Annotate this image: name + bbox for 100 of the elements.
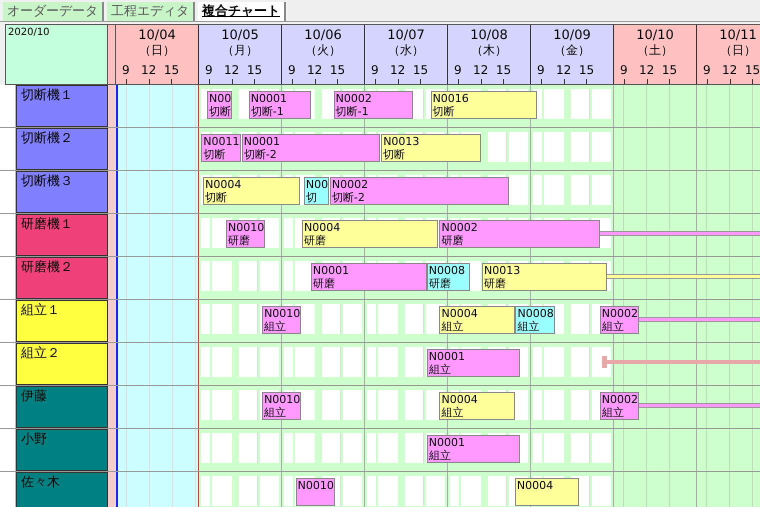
row-gutter <box>0 128 16 170</box>
task-bar[interactable]: N0001 切断-2 <box>242 134 380 162</box>
task-bar[interactable]: N0010 組立 <box>262 392 302 420</box>
hour-tick-label: 9 <box>205 63 213 77</box>
working-time-block <box>533 175 542 205</box>
day-weekday: （金） <box>554 43 590 58</box>
task-bar[interactable]: N0011 切断 <box>201 134 242 162</box>
working-time-block <box>367 476 376 506</box>
resource-label[interactable]: 組立１ <box>16 300 108 342</box>
day-weekday: （土） <box>637 43 673 58</box>
holiday-column <box>697 85 760 127</box>
working-time-block <box>533 132 542 162</box>
working-time-block <box>284 261 293 291</box>
resource-label[interactable]: 切断機１ <box>16 85 108 127</box>
resource-label[interactable]: 切断機２ <box>16 128 108 170</box>
task-bar[interactable]: N0001 組立 <box>426 349 520 377</box>
task-bar[interactable]: N0002 組立 <box>600 392 639 420</box>
working-time-block <box>212 390 232 420</box>
resource-label[interactable]: 小野 <box>16 429 108 471</box>
row-gutter <box>0 386 16 428</box>
working-time-block <box>378 476 398 506</box>
working-time-block <box>212 476 232 506</box>
task-bar[interactable]: N00 切断 <box>206 91 232 119</box>
tab[interactable]: オーダーデータ <box>3 2 104 21</box>
working-time-block <box>461 476 481 506</box>
task-bar[interactable]: N0008 研磨 <box>426 263 470 291</box>
working-time-block <box>378 304 398 334</box>
task-bar[interactable]: N0010 組立 <box>262 306 302 334</box>
working-time-block <box>284 433 293 463</box>
task-bar[interactable]: N00 切 <box>304 177 330 205</box>
day-weekday: （水） <box>388 43 424 58</box>
task-bar[interactable]: N0013 研磨 <box>482 263 607 291</box>
working-time-block <box>571 132 590 162</box>
working-time-block <box>592 132 611 162</box>
working-time-block <box>239 476 258 506</box>
working-time-block <box>571 347 590 377</box>
task-bar[interactable]: N0002 切断-2 <box>330 177 510 205</box>
task-bar[interactable]: N0002 組立 <box>600 306 639 334</box>
day-date: 10/11 <box>719 28 757 43</box>
hour-tick-label: 12 <box>141 63 156 77</box>
day-date: 10/04 <box>138 28 176 43</box>
task-bar[interactable]: N0002 研磨 <box>439 220 600 248</box>
working-time-block <box>295 347 315 377</box>
task-bar[interactable]: N0008 組立 <box>515 306 555 334</box>
task-bar[interactable]: N0004 組立 <box>439 392 515 420</box>
task-bar[interactable]: N0004 組立 <box>439 306 515 334</box>
working-time-block <box>488 476 507 506</box>
tab[interactable]: 工程エディタ <box>107 2 195 21</box>
working-time-block <box>201 476 210 506</box>
working-time-block <box>343 476 362 506</box>
day-date: 10/10 <box>636 28 674 43</box>
holiday-column <box>697 171 760 213</box>
task-bar[interactable]: N0001 切断-1 <box>248 91 311 119</box>
row-gutter <box>0 429 16 471</box>
working-time-block <box>571 433 590 463</box>
resource-label[interactable]: 切断機３ <box>16 171 108 213</box>
day-weekday: （木） <box>471 43 507 58</box>
working-time-block <box>378 347 398 377</box>
working-time-block <box>426 476 445 506</box>
working-time-block <box>239 433 258 463</box>
hour-tick-label: 15 <box>246 63 262 77</box>
day-weekday: （日） <box>139 43 175 58</box>
task-bar[interactable]: N0004 研磨 <box>302 220 438 248</box>
row-gutter <box>0 214 16 256</box>
row-gutter <box>0 472 16 507</box>
working-time-block <box>239 390 258 420</box>
resource-label[interactable]: 研磨機１ <box>16 214 108 256</box>
task-bar[interactable]: N0001 研磨 <box>310 263 427 291</box>
working-time-block <box>405 347 424 377</box>
resource-label[interactable]: 研磨機２ <box>16 257 108 299</box>
resource-label[interactable]: 伊藤 <box>16 386 108 428</box>
task-bar[interactable]: N0004 <box>514 478 579 506</box>
hour-tick-label: 12 <box>722 63 738 77</box>
working-time-block <box>201 304 210 334</box>
task-bar[interactable]: N0013 切断 <box>381 134 481 162</box>
working-time-block <box>592 433 611 463</box>
working-time-block <box>571 175 590 205</box>
working-time-block <box>212 261 232 291</box>
task-bar[interactable]: N0004 切断 <box>203 177 300 205</box>
working-time-block <box>239 304 258 334</box>
holiday-column <box>697 429 760 471</box>
working-time-block <box>544 347 564 377</box>
working-time-block <box>405 476 424 506</box>
resource-label[interactable]: 組立２ <box>16 343 108 385</box>
resource-label[interactable]: 佐々木 <box>16 472 108 507</box>
day-weekday: （火） <box>305 43 341 58</box>
task-bar[interactable]: N0002 切断-1 <box>334 91 413 119</box>
holiday-column <box>697 128 760 170</box>
working-time-block <box>201 433 210 463</box>
working-time-block <box>284 218 293 248</box>
task-bar[interactable]: N0010 研磨 <box>226 220 266 248</box>
task-bar[interactable]: N0001 組立 <box>426 435 520 463</box>
task-bar[interactable]: N0010 <box>296 478 335 506</box>
month-label: 2020/10 <box>5 25 108 84</box>
working-time-block <box>260 433 279 463</box>
hour-tick-label: 9 <box>537 63 545 77</box>
task-bar[interactable]: N0016 切断 <box>430 91 538 119</box>
tab[interactable]: 複合チャート <box>198 2 286 21</box>
hour-tick-label: 9 <box>703 63 711 77</box>
working-time-block <box>367 347 376 377</box>
